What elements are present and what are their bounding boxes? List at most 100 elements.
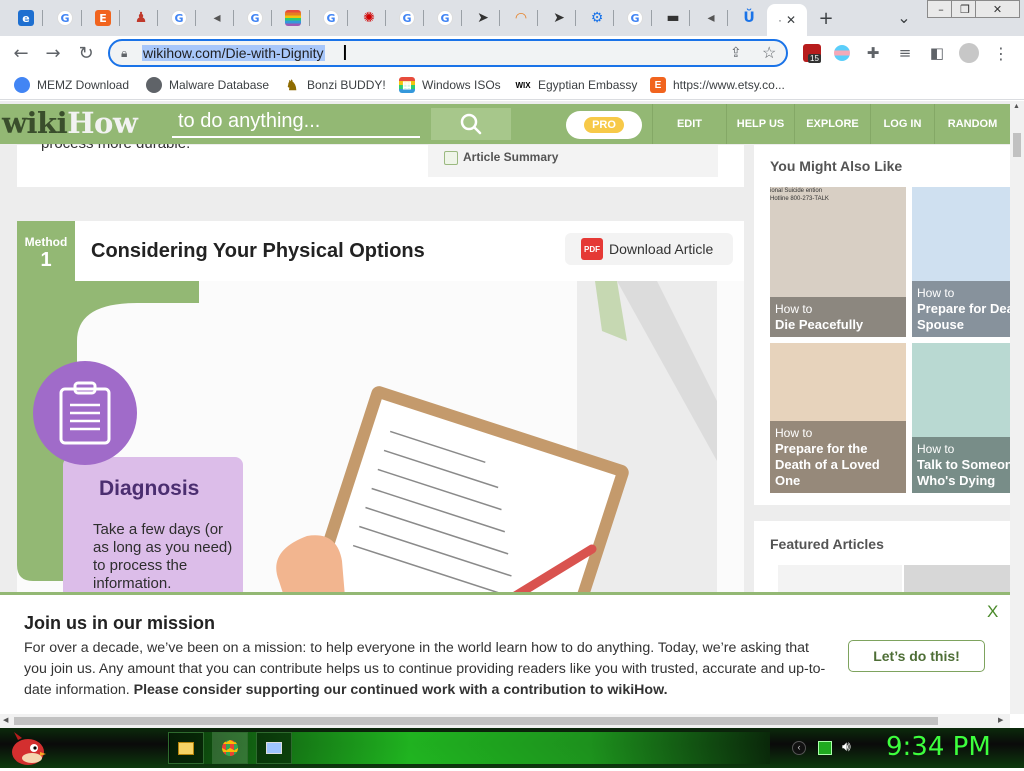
side-panel-icon[interactable]: ◧ [926,42,948,64]
browser-tab[interactable]: G [162,4,196,32]
wikihow-logo[interactable]: wikiHow [2,106,138,140]
new-tab-button[interactable]: + [815,7,837,29]
logo-how: How [67,106,138,140]
tray-network-icon[interactable] [818,741,832,755]
browser-tab[interactable]: G [314,4,348,32]
browser-tab[interactable]: G [428,4,462,32]
tab-separator [651,10,652,26]
browser-tab[interactable]: e [9,4,43,32]
vertical-scroll-thumb[interactable] [1013,133,1021,157]
nav-log-in[interactable]: LOG IN [870,104,934,144]
download-article-button[interactable]: PDF Download Article [565,233,733,265]
lets-do-this-button[interactable]: Let’s do this! [848,640,985,672]
horizontal-scroll-thumb[interactable] [14,717,938,725]
related-article-tile[interactable]: How to Prepare for the Death of a Loved O… [770,343,906,493]
taskbar: ‹ 🔊︎ 9:34 PM [0,728,1024,768]
tab-close-icon[interactable]: ✕ [786,13,796,27]
browser-tab[interactable]: G [238,4,272,32]
search-button[interactable] [431,108,511,140]
start-button[interactable] [6,730,46,766]
bookmark-item[interactable]: Ehttps://www.etsy.co... [650,76,785,94]
url-text[interactable]: wikihow.com/Die-with-Dignity [142,45,325,61]
browser-tab[interactable]: ◂ [200,4,234,32]
tab-search-icon[interactable]: ⌄ [893,6,915,28]
taskbar-clock[interactable]: 9:34 PM [886,732,991,762]
chrome-icon [222,740,238,756]
browser-tab[interactable]: G [390,4,424,32]
extension-flag-icon[interactable] [834,45,850,61]
browser-tab[interactable]: ➤ [542,4,576,32]
article-summary-box[interactable]: Article Summary [428,145,718,177]
horizontal-scrollbar[interactable]: ◀ ▶ [0,714,1010,728]
tab-separator [119,10,120,26]
browser-tab[interactable]: ♟ [124,4,158,32]
tab-separator [385,10,386,26]
bookmark-star-icon[interactable]: ☆ [762,43,776,63]
lock-icon: 🔒︎ [121,46,128,60]
forward-button[interactable]: → [42,42,64,64]
browser-tab[interactable]: ➤ [466,4,500,32]
scroll-right-arrow-icon[interactable]: ▶ [998,716,1003,724]
address-bar[interactable]: 🔒︎ wikihow.com/Die-with-Dignity I ⇪ ☆ [108,39,788,67]
taskbar-chrome[interactable] [212,732,248,764]
pdf-icon: PDF [581,238,603,260]
browser-tab[interactable]: ▬ [656,4,690,32]
profile-avatar[interactable] [959,43,979,63]
scroll-up-arrow-icon[interactable]: ▲ [1013,103,1020,110]
browser-tab[interactable]: G [618,4,652,32]
tray-arrow-icon[interactable]: ‹ [792,741,806,755]
wikihow-search-input[interactable]: to do anything... [172,110,420,138]
tab-separator [195,10,196,26]
bookmark-item[interactable]: Malware Database [146,76,269,94]
diagnosis-title: Diagnosis [99,477,200,500]
tab-active[interactable]: · ✕ [767,4,807,36]
banner-close-button[interactable]: X [987,602,998,622]
tray-volume-icon[interactable]: 🔊︎ [842,738,851,755]
browser-tab[interactable]: ◂ [694,4,728,32]
article-summary-link[interactable]: Article Summary [463,150,558,164]
browser-tab[interactable]: E [86,4,120,32]
bookmark-item[interactable]: WIX Egyptian Embassy [515,76,637,94]
close-window-button[interactable]: ✕ [975,0,1020,18]
related-article-tile[interactable]: How to Die Peacefully [770,187,906,337]
extensions-puzzle-icon[interactable]: ✚ [862,42,884,64]
nav-help-us[interactable]: HELP US [726,104,794,144]
back-button[interactable]: ← [10,42,32,64]
related-article-tile[interactable]: How toTalk to Someon... Who's Dying [912,343,1010,493]
browser-tab[interactable]: G [48,4,82,32]
reload-button[interactable]: ↻ [75,42,97,64]
web-page: process more durable. Article Summary Me… [0,101,1010,714]
scroll-left-arrow-icon[interactable]: ◀ [3,716,8,724]
bookmark-item[interactable]: ♞ Bonzi BUDDY! [284,76,386,94]
related-article-tile[interactable]: How toPrepare for Dea... Spouse [912,187,1010,337]
bookmark-item[interactable]: ▦ Windows ISOs [399,76,501,94]
nav-explore[interactable]: EXPLORE [794,104,870,144]
tab-separator [271,10,272,26]
featured-articles-title: Featured Articles [770,536,884,552]
browser-tab[interactable]: ✺ [352,4,386,32]
tile-title: Prepare for the Death of a Loved One [775,441,880,488]
taskbar-window[interactable] [256,732,292,764]
wix-icon: WIX [515,80,531,90]
globe-icon [146,77,162,93]
browser-tab[interactable]: ⚙ [580,4,614,32]
google-icon: G [171,10,187,26]
nav-random[interactable]: RANDOM [934,104,1010,144]
taskbar-explorer[interactable] [168,732,204,764]
cursor-icon: ➤ [477,10,489,26]
etsy-icon: E [650,77,666,93]
bookmark-item[interactable]: MEMZ Download [14,76,129,94]
vertical-scrollbar[interactable]: ▲ [1010,101,1024,714]
nav-edit[interactable]: EDIT [652,104,726,144]
browser-tab[interactable]: ◠ [504,4,538,32]
pro-button[interactable]: PRO [566,111,642,139]
tab-separator [423,10,424,26]
media-control-icon[interactable]: ≡ [894,42,916,64]
google-icon: G [247,10,263,26]
menu-kebab-icon[interactable]: ⋮ [990,42,1012,64]
browser-tab[interactable]: Ŭ [732,4,766,32]
browser-tab[interactable] [276,4,310,32]
banner-body-bold: Please consider supporting our continued… [133,682,668,698]
extension-shield-icon[interactable]: 15 [803,44,821,63]
share-icon[interactable]: ⇪ [730,44,742,61]
